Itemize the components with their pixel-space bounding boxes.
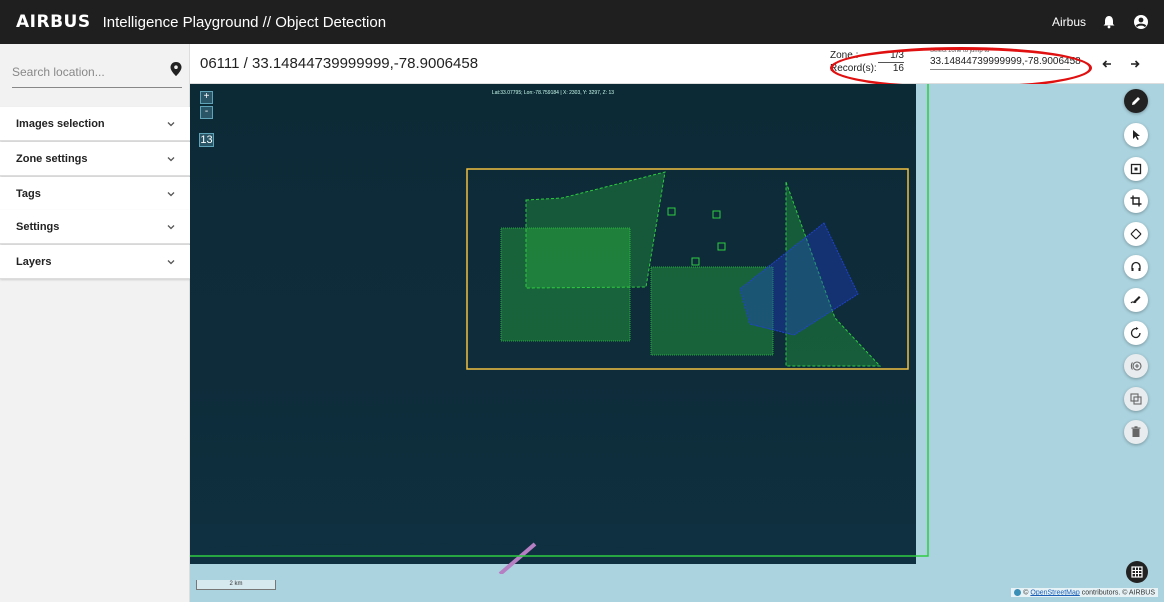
- app-title: Intelligence Playground // Object Detect…: [102, 13, 387, 31]
- next-zone-button[interactable]: [1130, 56, 1140, 72]
- location-pin-icon[interactable]: [170, 62, 182, 81]
- detection-box: [500, 227, 631, 342]
- accordion-layers[interactable]: Layers: [0, 245, 190, 279]
- rotate-icon[interactable]: [1124, 321, 1148, 345]
- brand-logo: AIRBUS: [16, 12, 91, 32]
- info-icon[interactable]: [1014, 589, 1022, 596]
- crop-icon[interactable]: [1124, 189, 1148, 213]
- attribution-prefix: ©: [1023, 589, 1029, 597]
- map-attribution: © OpenStreetMap contributors. © AIRBUS: [1011, 588, 1158, 598]
- chevron-down-icon: [167, 191, 175, 196]
- previous-zone-button[interactable]: [1102, 56, 1112, 72]
- top-right-controls: Airbus: [1052, 0, 1150, 44]
- detection-small-box: [691, 257, 700, 266]
- chevron-down-icon: [167, 224, 175, 229]
- search-location: [12, 56, 182, 88]
- chevron-down-icon: [167, 156, 175, 161]
- merge-icon[interactable]: [1124, 387, 1148, 411]
- zoom-in-button[interactable]: +: [200, 91, 213, 104]
- accordion-label: Images selection: [16, 117, 105, 130]
- zoom-out-button[interactable]: -: [200, 106, 213, 119]
- accordion-label: Settings: [16, 220, 60, 233]
- move-icon[interactable]: [1124, 222, 1148, 246]
- trash-icon[interactable]: [1124, 420, 1148, 444]
- bell-icon[interactable]: [1100, 13, 1118, 31]
- zoom-controls: + -: [200, 91, 213, 121]
- accordion-settings[interactable]: Settings: [0, 210, 190, 244]
- map-view[interactable]: Lat:33.07795; Lon:-78.759184 | X: 2303, …: [190, 84, 1164, 602]
- top-bar: AIRBUS Intelligence Playground // Object…: [0, 0, 1164, 44]
- attribution-suffix: contributors. © AIRBUS: [1081, 589, 1155, 597]
- account-icon[interactable]: [1132, 13, 1150, 31]
- accordion-zone-settings[interactable]: Zone settings: [0, 142, 190, 176]
- user-name[interactable]: Airbus: [1052, 15, 1086, 29]
- annotation-highlight-oval: [830, 47, 1092, 89]
- zoom-level: 13: [199, 133, 214, 147]
- chevron-down-icon: [167, 259, 175, 264]
- detection-small-box: [717, 242, 726, 251]
- draw-icon[interactable]: [1124, 288, 1148, 312]
- chevron-down-icon: [167, 121, 175, 126]
- arrow-left-icon: [1102, 60, 1111, 68]
- accordion-label: Layers: [16, 255, 52, 268]
- select-box-icon[interactable]: [1124, 157, 1148, 181]
- cursor-icon[interactable]: [1124, 123, 1148, 147]
- detection-small-box: [712, 210, 721, 219]
- accordion-label: Zone settings: [16, 152, 88, 165]
- detection-small-box: [667, 207, 676, 216]
- search-input[interactable]: [12, 64, 152, 79]
- add-circle-icon[interactable]: [1124, 354, 1148, 378]
- grid-icon[interactable]: [1126, 561, 1148, 583]
- pencil-icon[interactable]: [1124, 89, 1148, 113]
- accordion-label: Tags: [16, 187, 41, 200]
- accordion-tags[interactable]: Tags: [0, 177, 190, 211]
- headphones-icon[interactable]: [1124, 255, 1148, 279]
- map-scale: 2 km: [196, 580, 276, 590]
- accordion-images-selection[interactable]: Images selection: [0, 107, 190, 141]
- osm-link[interactable]: OpenStreetMap: [1030, 589, 1079, 596]
- arrow-right-icon: [1131, 60, 1140, 68]
- detection-overlay: [190, 84, 929, 557]
- sidebar: Images selection Zone settings Tags Sett…: [0, 44, 190, 602]
- record-title: 06111 / 33.14844739999999,-78.9006458: [200, 55, 479, 72]
